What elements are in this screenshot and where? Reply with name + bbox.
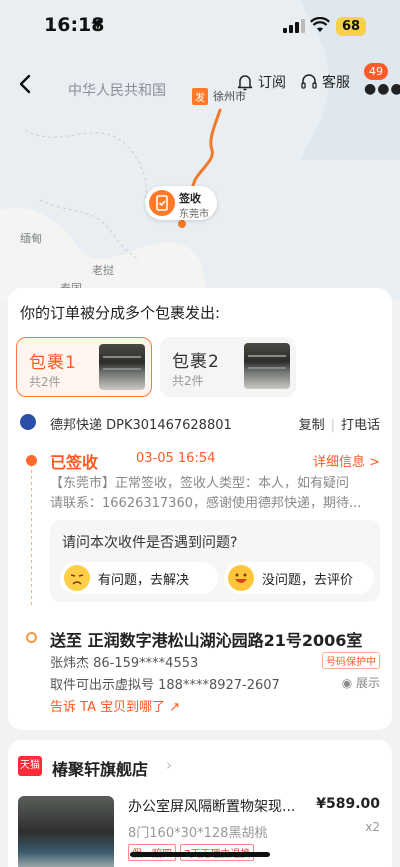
chevron-right-icon[interactable]: › xyxy=(166,756,172,774)
service-label: 客服 xyxy=(322,75,350,91)
share-icon: ↗ xyxy=(169,700,181,715)
status-title: 已签收 xyxy=(50,453,99,472)
detail-info-link[interactable]: 详细信息 > xyxy=(313,451,380,470)
split-title: 你的订单被分成多个包裹发出: xyxy=(20,304,221,322)
eye-icon: ◉ xyxy=(341,676,356,690)
customer-service-button[interactable]: 客服 xyxy=(300,72,350,92)
package-tab-2[interactable]: 包裹2 共2件 xyxy=(160,337,296,397)
status-bar: 16:18 68 xyxy=(0,0,400,52)
timeline-dot-active xyxy=(26,455,37,466)
tracking-number: 德邦快递 DPK301467628801 xyxy=(50,418,232,433)
timeline-line xyxy=(31,458,32,606)
signal-icon xyxy=(283,19,305,33)
feedback-box: 请问本次收件是否遇到问题? 有问题，去解决 没问题，去评价 xyxy=(50,520,380,602)
product-title[interactable]: 办公室屏风隔断置物架现... xyxy=(128,796,295,816)
status-time: 03-05 16:54 xyxy=(136,451,216,466)
sign-city: 东莞市 xyxy=(179,209,209,220)
status-line-2: 请联系：16626317360，感谢使用德邦快递，期待... xyxy=(50,496,362,511)
status-description: 【东莞市】正常签收，签收人类型：本人，如有疑问 请联系：16626317360，… xyxy=(50,474,380,514)
message-count-badge: 49 xyxy=(364,63,388,80)
origin-tag: 发 xyxy=(192,88,208,105)
package-name: 包裹2 xyxy=(172,352,220,372)
home-indicator xyxy=(130,852,270,857)
package-thumbnail xyxy=(244,343,290,389)
no-problem-label: 没问题，去评价 xyxy=(262,572,354,588)
has-problem-button[interactable]: 有问题，去解决 xyxy=(60,562,218,594)
package-thumbnail xyxy=(99,344,145,390)
show-number-button[interactable]: ◉ 展示 xyxy=(342,674,380,691)
status-line-1: 【东莞市】正常签收，签收人类型：本人，如有疑问 xyxy=(50,476,350,491)
package-name: 包裹1 xyxy=(29,353,77,373)
more-dots-icon: ●●● xyxy=(364,81,400,97)
back-arrow-icon[interactable] xyxy=(14,72,38,96)
share-location-link[interactable]: 告诉 TA 宝贝到哪了 ↗ xyxy=(50,696,180,715)
carrier-row: 德邦快递 DPK301467628801 复制 | 打电话 xyxy=(20,414,380,433)
subscribe-label: 订阅 xyxy=(258,75,286,91)
delivery-marker[interactable]: 签收 东莞市 xyxy=(145,186,217,220)
upset-face-icon xyxy=(64,565,90,591)
map-label-laos: 老挝 xyxy=(92,264,114,277)
headset-icon xyxy=(301,74,317,89)
battery-indicator: 68 xyxy=(336,17,366,36)
subscribe-button[interactable]: 订阅 xyxy=(236,72,286,92)
product-quantity: x2 xyxy=(365,820,380,834)
has-problem-label: 有问题，去解决 xyxy=(98,572,190,588)
header-actions: 订阅 客服 ●●● xyxy=(236,72,400,97)
package-count: 共2件 xyxy=(29,375,61,389)
product-image[interactable] xyxy=(18,796,114,867)
feedback-question: 请问本次收件是否遇到问题? xyxy=(62,535,238,551)
wifi-icon xyxy=(310,17,330,32)
signed-clipboard-icon xyxy=(149,190,175,216)
show-label: 展示 xyxy=(355,676,380,690)
shop-card: 天猫 椿聚轩旗舰店 › 办公室屏风隔断置物架现... ¥589.00 8门160… xyxy=(8,740,392,867)
no-problem-button[interactable]: 没问题，去评价 xyxy=(224,562,374,594)
order-tracking-card: 你的订单被分成多个包裹发出: 包裹1 共2件 包裹2 共2件 德邦快递 DPK3… xyxy=(8,288,392,730)
happy-face-icon xyxy=(228,565,254,591)
product-spec: 8门160*30*128黑胡桃 xyxy=(128,826,268,841)
privacy-tag: 号码保护中 xyxy=(322,652,380,669)
call-button[interactable]: 打电话 xyxy=(341,418,380,433)
bell-icon xyxy=(237,75,253,91)
tmall-logo: 天猫 xyxy=(18,756,42,776)
map-label-mandalay: 缅甸 xyxy=(20,232,42,245)
share-label: 告诉 TA 宝贝到哪了 xyxy=(50,700,166,715)
shop-name[interactable]: 椿聚轩旗舰店 xyxy=(52,756,148,780)
sign-status: 签收 xyxy=(179,192,201,205)
product-price: ¥589.00 xyxy=(316,796,380,812)
virtual-number: 取件可出示虚拟号 188****8927-2607 xyxy=(50,678,280,693)
package-count: 共2件 xyxy=(172,374,204,388)
timeline-dot-address xyxy=(26,632,37,643)
copy-button[interactable]: 复制 xyxy=(299,418,325,433)
delivery-address: 送至 正润数字港松山湖沁园路21号2006室 xyxy=(50,631,363,650)
location-arrow-icon xyxy=(91,18,103,30)
deppon-logo-icon xyxy=(20,414,36,430)
package-tab-1[interactable]: 包裹1 共2件 xyxy=(16,337,152,397)
map-label-china: 中华人民共和国 xyxy=(68,83,166,99)
recipient-contact: 张炜杰 86-159****4553 xyxy=(50,656,199,671)
